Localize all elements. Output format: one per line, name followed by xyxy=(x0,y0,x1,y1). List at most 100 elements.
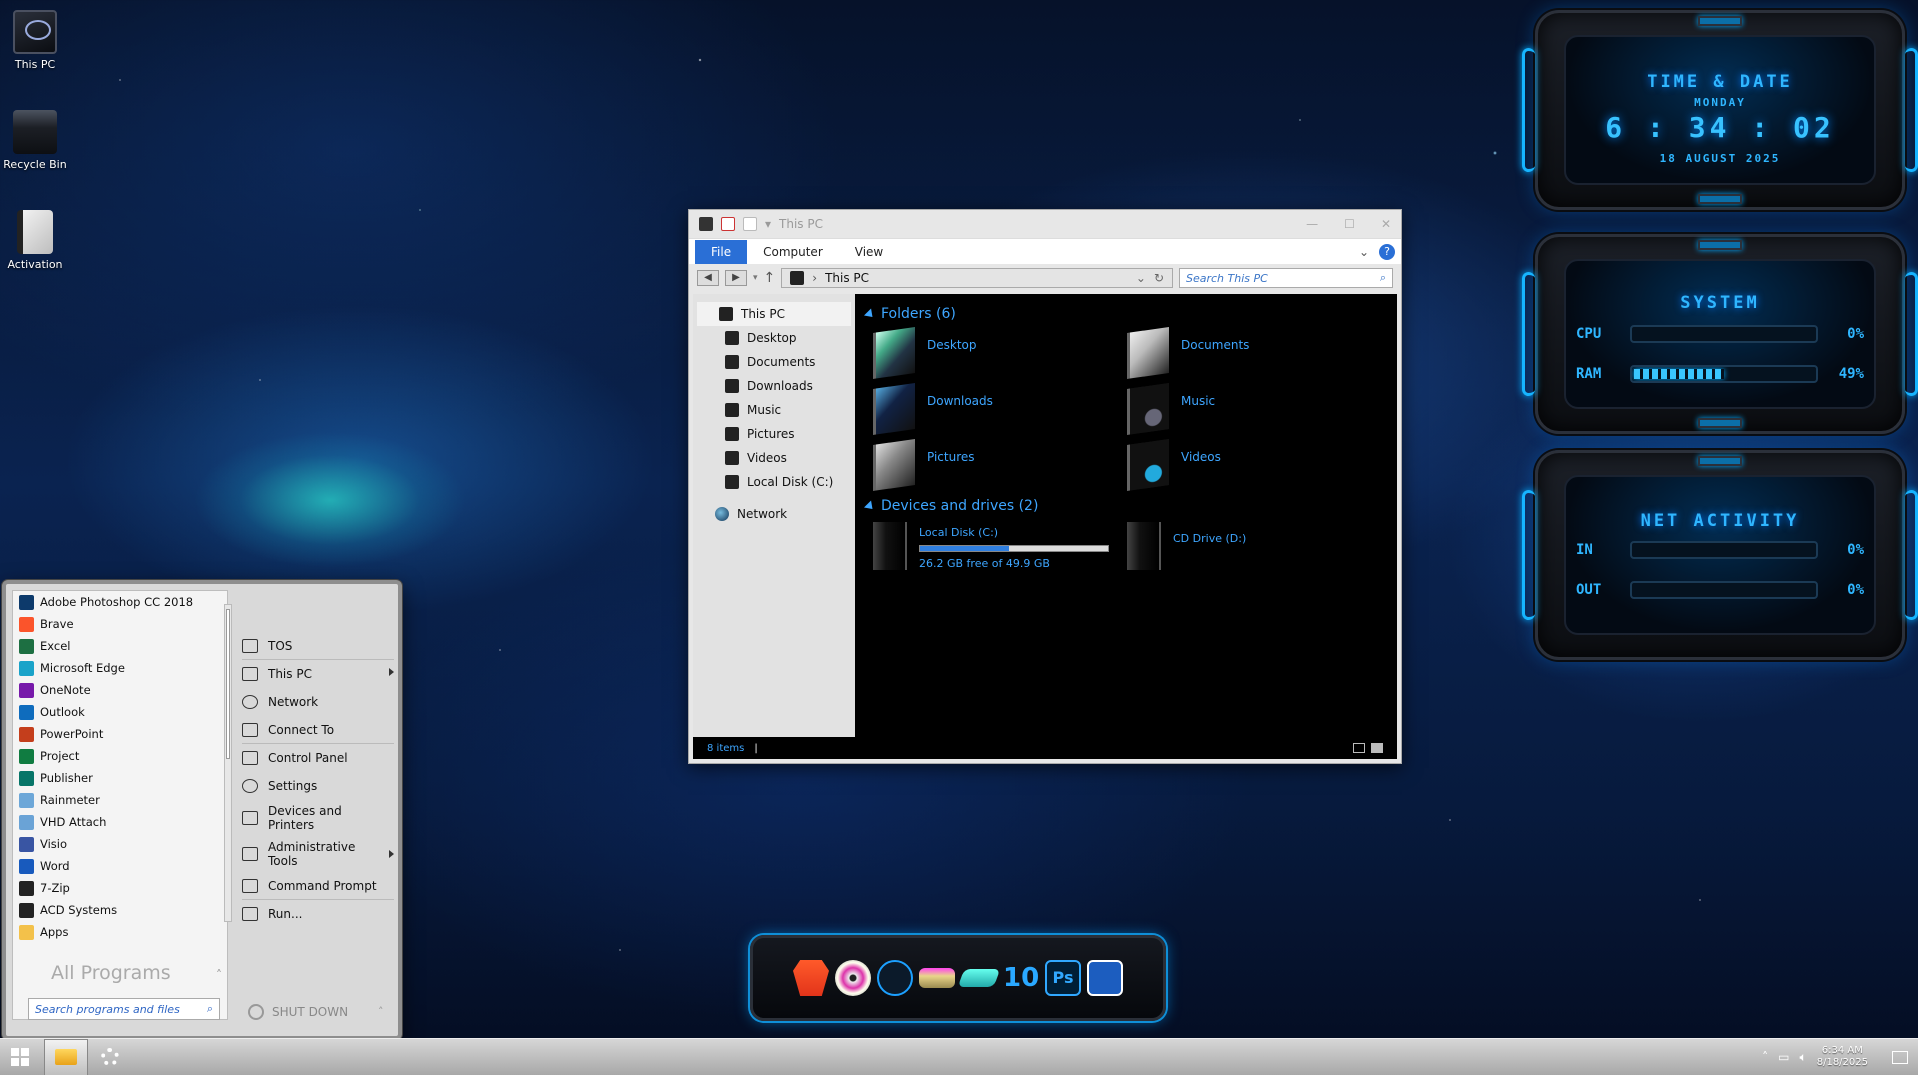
this-pc-icon xyxy=(13,10,57,54)
photoshop-icon[interactable]: Ps xyxy=(1045,960,1081,996)
start-item-run[interactable]: Run... xyxy=(242,900,394,928)
forward-button[interactable]: ▶ xyxy=(725,270,747,286)
program-item[interactable]: Outlook xyxy=(13,701,227,723)
folder-music[interactable]: Music xyxy=(1127,383,1381,435)
address-bar[interactable]: › This PC ⌄ ↻ xyxy=(781,268,1173,288)
tray-expand-icon[interactable]: ˄ xyxy=(1762,1050,1768,1064)
start-item-network[interactable]: Network xyxy=(242,688,394,716)
brave-icon[interactable] xyxy=(793,960,829,996)
chevron-up-icon[interactable]: ˄ xyxy=(216,968,222,982)
large-icons-view-icon[interactable] xyxy=(1371,743,1383,753)
close-button[interactable]: ✕ xyxy=(1381,217,1391,231)
start-button[interactable] xyxy=(0,1039,40,1075)
program-item[interactable]: 7-Zip xyxy=(13,877,227,899)
tab-view[interactable]: View xyxy=(839,240,899,264)
taskbar-clock[interactable]: 6:34 AM 8/18/2025 xyxy=(1817,1045,1868,1069)
program-icon xyxy=(19,704,34,720)
nav-item-documents[interactable]: Documents xyxy=(693,350,855,374)
drive-cd-d[interactable]: CD Drive (D:) xyxy=(1127,522,1381,578)
new-folder-icon[interactable] xyxy=(743,217,757,231)
usb-drive-icon[interactable] xyxy=(919,968,955,988)
program-item[interactable]: Brave xyxy=(13,613,227,635)
start-item-devices-printers[interactable]: Devices and Printers xyxy=(242,800,394,836)
system-tray: ˄ ▭ 🔈︎ 6:34 AM 8/18/2025 xyxy=(1762,1045,1918,1069)
minimize-button[interactable]: — xyxy=(1306,217,1318,231)
app-circle-icon[interactable] xyxy=(877,960,913,996)
program-item[interactable]: Publisher xyxy=(13,767,227,789)
notification-icon[interactable] xyxy=(1892,1050,1908,1064)
drives-group-header[interactable]: Devices and drives (2) xyxy=(863,494,1387,518)
program-item[interactable]: Adobe Photoshop CC 2018 xyxy=(13,591,227,613)
network-tray-icon[interactable]: ▭ xyxy=(1778,1050,1789,1064)
ribbon-tabs: File Computer View ⌄ ? xyxy=(689,238,1401,264)
search-input[interactable]: Search This PC ⌕ xyxy=(1179,268,1393,288)
taskbar-date: 8/18/2025 xyxy=(1816,1057,1868,1068)
programs-scrollbar[interactable] xyxy=(224,604,232,922)
folder-downloads[interactable]: Downloads xyxy=(873,383,1127,435)
folder-documents[interactable]: Documents xyxy=(1127,327,1381,379)
nav-item-pictures[interactable]: Pictures xyxy=(693,422,855,446)
properties-icon[interactable] xyxy=(721,217,735,231)
maximize-button[interactable]: ☐ xyxy=(1344,217,1355,231)
volume-icon[interactable]: 🔈︎ xyxy=(1800,1050,1807,1065)
refresh-icon[interactable]: ↻ xyxy=(1154,271,1164,285)
program-item[interactable]: Rainmeter xyxy=(13,789,227,811)
address-dropdown-icon[interactable]: ⌄ xyxy=(1136,271,1146,285)
folder-videos[interactable]: Videos xyxy=(1127,439,1381,491)
taskbar-explorer[interactable] xyxy=(44,1038,88,1075)
all-programs-button[interactable]: All Programs xyxy=(51,962,171,984)
start-item-admin-tools[interactable]: Administrative Tools xyxy=(242,836,394,872)
program-item[interactable]: Apps xyxy=(13,921,227,943)
recent-dropdown-icon[interactable]: ▾ xyxy=(753,273,758,283)
shutdown-options-icon[interactable]: ˄ xyxy=(378,1005,384,1018)
nav-item-downloads[interactable]: Downloads xyxy=(693,374,855,398)
desktop-icon-recycle-bin[interactable]: Recycle Bin xyxy=(0,110,73,171)
program-item[interactable]: PowerPoint xyxy=(13,723,227,745)
camera-icon[interactable] xyxy=(1087,960,1123,996)
windows-10-icon[interactable]: 10 xyxy=(1003,960,1039,996)
taskbar-settings[interactable] xyxy=(88,1039,132,1075)
nav-item-network[interactable]: Network xyxy=(693,502,855,526)
start-item-this-pc[interactable]: This PC xyxy=(242,660,394,688)
program-item[interactable]: Microsoft Edge xyxy=(13,657,227,679)
program-item[interactable]: OneNote xyxy=(13,679,227,701)
nav-item-music[interactable]: Music xyxy=(693,398,855,422)
folders-group-header[interactable]: Folders (6) xyxy=(863,302,1387,326)
dvd-icon[interactable] xyxy=(835,960,871,996)
explorer-titlebar[interactable]: ▾ This PC — ☐ ✕ xyxy=(689,210,1401,238)
program-item[interactable]: Project xyxy=(13,745,227,767)
program-item[interactable]: ACD Systems xyxy=(13,899,227,921)
start-item-settings[interactable]: Settings xyxy=(242,772,394,800)
nav-item-local-disk[interactable]: Local Disk (C:) xyxy=(693,470,855,494)
desktop-icon-this-pc[interactable]: This PC xyxy=(0,10,73,71)
details-view-icon[interactable] xyxy=(1353,743,1365,753)
program-item[interactable]: Visio xyxy=(13,833,227,855)
help-icon[interactable]: ? xyxy=(1379,243,1395,260)
shutdown-button[interactable]: SHUT DOWN xyxy=(248,1004,348,1020)
start-item-command-prompt[interactable]: Command Prompt xyxy=(242,872,394,900)
drive-local-disk-c[interactable]: Local Disk (C:) 26.2 GB free of 49.9 GB xyxy=(873,522,1127,578)
nav-item-this-pc[interactable]: This PC xyxy=(697,302,851,326)
folder-pictures[interactable]: Pictures xyxy=(873,439,1127,491)
breadcrumb-this-pc[interactable]: This PC xyxy=(825,271,869,285)
back-button[interactable]: ◀ xyxy=(697,270,719,286)
scrollbar-thumb[interactable] xyxy=(226,609,230,759)
start-search-input[interactable]: Search programs and files ⌕ xyxy=(28,998,220,1020)
start-item-control-panel[interactable]: Control Panel xyxy=(242,744,394,772)
program-item[interactable]: Word xyxy=(13,855,227,877)
tab-computer[interactable]: Computer xyxy=(747,240,839,264)
up-button[interactable]: ↑ xyxy=(764,270,776,286)
desktop-icon-activation[interactable]: Activation xyxy=(0,210,73,271)
nav-item-desktop[interactable]: Desktop xyxy=(693,326,855,350)
tab-file[interactable]: File xyxy=(695,239,748,264)
program-item[interactable]: Excel xyxy=(13,635,227,657)
start-item-tos[interactable]: TOS xyxy=(242,632,394,660)
start-item-connect-to[interactable]: Connect To xyxy=(242,716,394,744)
program-item[interactable]: VHD Attach xyxy=(13,811,227,833)
nav-item-videos[interactable]: Videos xyxy=(693,446,855,470)
music-folder-icon xyxy=(1127,383,1169,435)
storage-drive-icon[interactable] xyxy=(957,969,1001,987)
expand-ribbon-icon[interactable]: ⌄ xyxy=(1359,245,1369,259)
quick-access-dropdown-icon[interactable]: ▾ xyxy=(765,217,771,231)
folder-desktop[interactable]: Desktop xyxy=(873,327,1127,379)
